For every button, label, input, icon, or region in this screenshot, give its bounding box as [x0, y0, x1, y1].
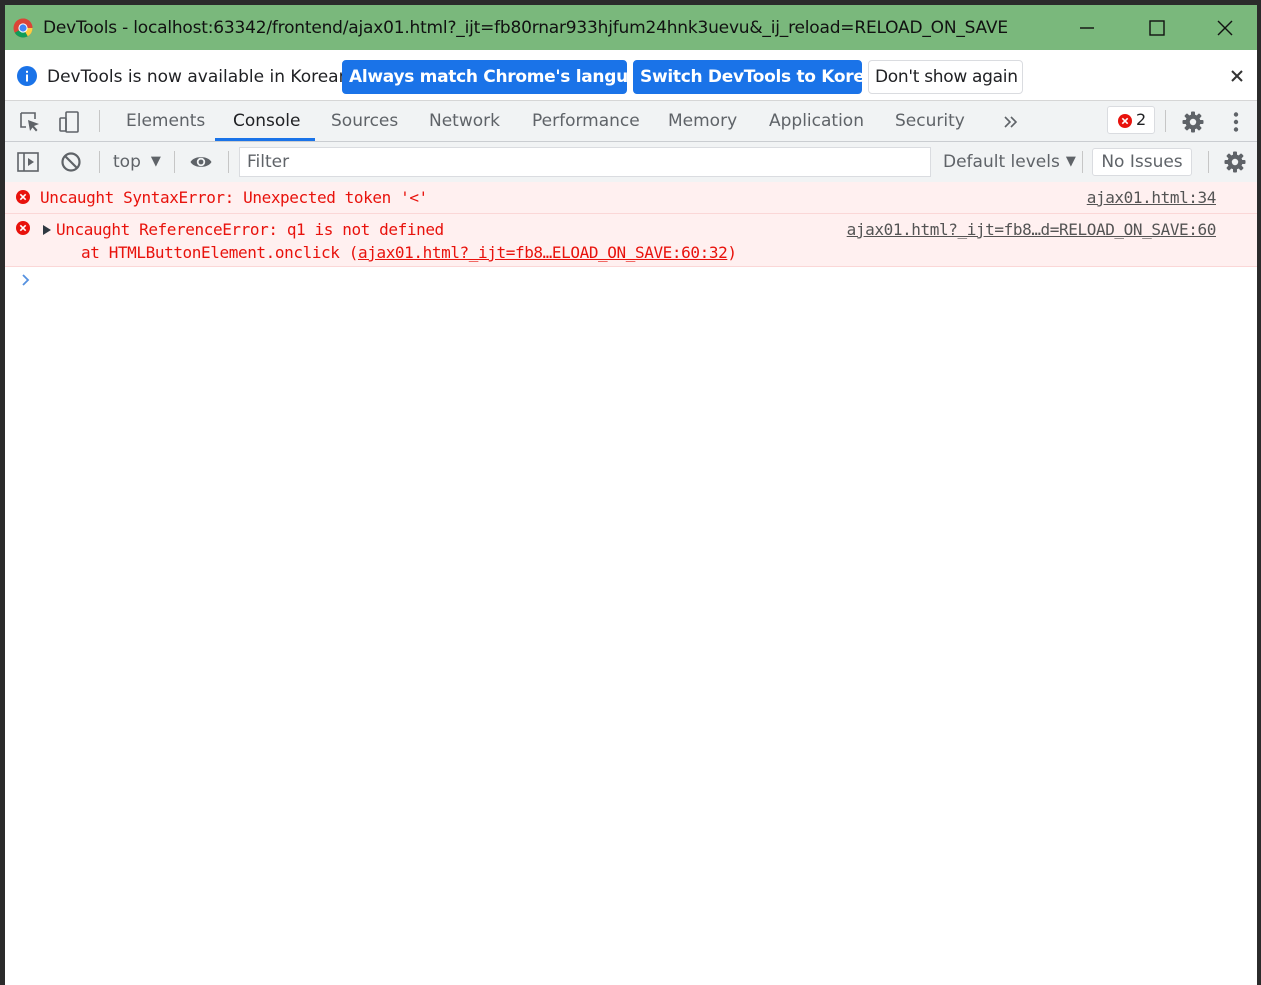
show-sidebar-icon[interactable] — [16, 150, 40, 174]
source-link[interactable]: ajax01.html:34 — [1087, 188, 1217, 207]
console-settings-gear-icon[interactable] — [1223, 150, 1247, 174]
toolbar-divider — [1165, 110, 1166, 132]
toolbar-divider — [174, 151, 175, 173]
tab-memory[interactable]: Memory — [668, 101, 737, 141]
close-infobar-icon[interactable] — [1229, 68, 1245, 84]
settings-gear-icon[interactable] — [1181, 110, 1205, 134]
maximize-icon[interactable] — [1145, 16, 1169, 40]
error-count-badge[interactable]: 2 — [1107, 106, 1155, 134]
stack-trace-line: at HTMLButtonElement.onclick (ajax01.htm… — [81, 243, 737, 262]
error-count: 2 — [1136, 110, 1147, 129]
tab-application[interactable]: Application — [769, 101, 864, 141]
console-error-message: Uncaught ReferenceError: q1 is not defin… — [5, 214, 1257, 267]
info-icon — [17, 66, 37, 86]
tab-elements[interactable]: Elements — [126, 101, 205, 141]
title-bar: DevTools - localhost:63342/frontend/ajax… — [5, 5, 1257, 50]
dropdown-arrow-icon: ▼ — [150, 154, 161, 169]
tab-console[interactable]: Console — [233, 101, 301, 141]
issues-button[interactable]: No Issues — [1092, 148, 1192, 176]
error-icon — [1118, 114, 1132, 128]
tab-network[interactable]: Network — [429, 101, 500, 141]
language-infobar: DevTools is now available in Korean! Alw… — [5, 50, 1257, 101]
tab-performance[interactable]: Performance — [532, 101, 640, 141]
always-match-language-button[interactable]: Always match Chrome's language — [342, 60, 662, 94]
error-text: Uncaught SyntaxError: Unexpected token '… — [40, 188, 428, 207]
main-tab-bar: Elements Console Sources Network Perform… — [5, 101, 1257, 142]
chrome-logo-icon — [13, 18, 33, 38]
tab-sources[interactable]: Sources — [331, 101, 398, 141]
filter-input[interactable] — [239, 147, 931, 177]
stack-source-link[interactable]: ajax01.html?_ijt=fb8…ELOAD_ON_SAVE:60:32 — [358, 243, 728, 262]
console-error-message: Uncaught SyntaxError: Unexpected token '… — [5, 182, 1257, 214]
stack-prefix: at HTMLButtonElement.onclick ( — [81, 243, 358, 262]
inspect-element-icon[interactable] — [18, 110, 42, 134]
error-icon — [16, 190, 30, 204]
dont-show-again-button[interactable]: Don't show again — [868, 60, 1023, 94]
devtools-window: DevTools - localhost:63342/frontend/ajax… — [5, 5, 1257, 985]
more-options-icon[interactable] — [1224, 110, 1248, 134]
console-prompt-chevron-icon[interactable] — [19, 273, 33, 287]
clear-console-icon[interactable] — [59, 150, 83, 174]
dropdown-arrow-icon: ▼ — [1065, 154, 1076, 169]
toolbar-divider — [228, 151, 229, 173]
active-tab-indicator — [215, 138, 315, 141]
toolbar-divider — [1082, 151, 1083, 173]
close-window-icon[interactable] — [1213, 16, 1237, 40]
minimize-icon[interactable] — [1075, 16, 1099, 40]
toolbar-divider — [99, 110, 100, 132]
console-toolbar: top ▼ Default levels ▼ No Issues — [5, 142, 1257, 183]
error-icon — [16, 221, 30, 235]
context-value: top — [113, 152, 141, 172]
switch-to-korean-button[interactable]: Switch DevTools to Korean — [633, 60, 888, 94]
window-title: DevTools - localhost:63342/frontend/ajax… — [43, 18, 1008, 38]
live-expression-eye-icon[interactable] — [189, 150, 213, 174]
infobar-message: DevTools is now available in Korean! — [47, 67, 357, 87]
error-text: Uncaught ReferenceError: q1 is not defin… — [56, 220, 444, 239]
toolbar-divider — [1208, 151, 1209, 173]
context-selector[interactable]: top ▼ — [113, 152, 161, 172]
expand-triangle-icon[interactable] — [43, 225, 51, 235]
toolbar-divider — [99, 151, 100, 173]
log-levels-dropdown[interactable]: Default levels ▼ — [943, 152, 1076, 172]
tab-security[interactable]: Security — [895, 101, 965, 141]
source-link[interactable]: ajax01.html?_ijt=fb8…d=RELOAD_ON_SAVE:60 — [847, 220, 1217, 239]
device-toolbar-icon[interactable] — [57, 110, 81, 134]
stack-suffix: ) — [727, 243, 737, 262]
log-levels-label: Default levels — [943, 152, 1060, 172]
more-tabs-chevron-icon[interactable] — [999, 110, 1023, 134]
